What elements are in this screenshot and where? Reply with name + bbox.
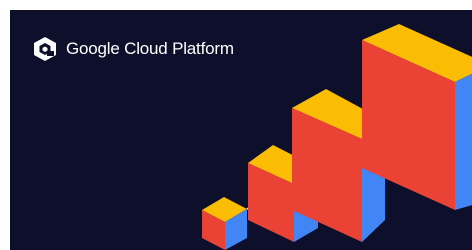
- cube-xlarge-side: [455, 73, 472, 210]
- cube-small: [202, 197, 247, 250]
- cubes-illustration: [202, 24, 472, 250]
- hero-banner: Google Cloud Platform: [10, 10, 472, 250]
